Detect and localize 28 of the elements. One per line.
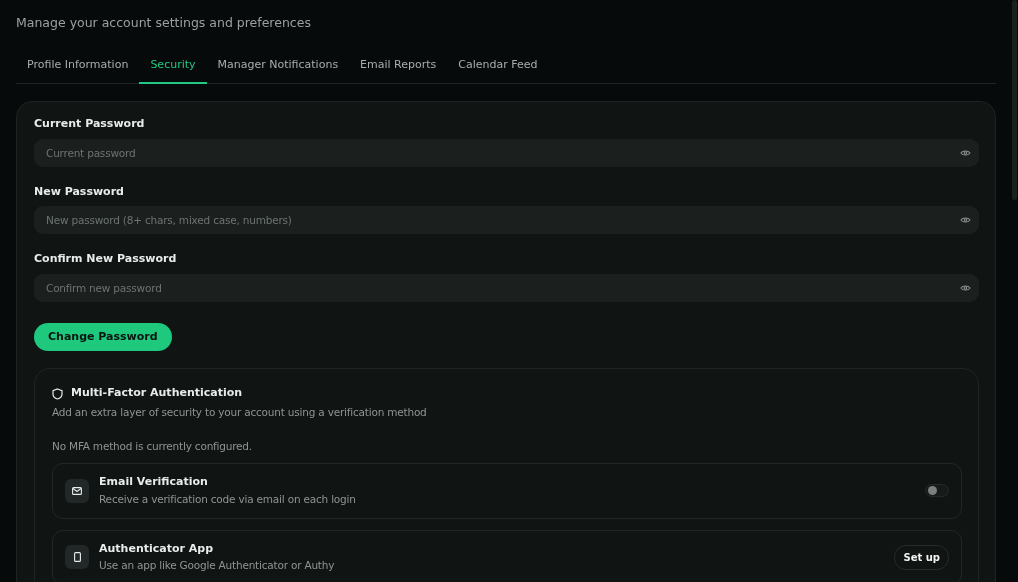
page-subtitle: Manage your account settings and preferences xyxy=(16,14,312,32)
method-title: Authenticator App xyxy=(99,540,215,557)
tab[interactable]: Security xyxy=(139,56,207,85)
password-field[interactable]: Confirm new password xyxy=(34,273,979,302)
change-password-button[interactable]: Change Password xyxy=(34,322,172,352)
field-label: New Password xyxy=(34,183,125,200)
field-label: Confirm New Password xyxy=(34,251,178,268)
tab[interactable]: Manager Notifications xyxy=(206,56,350,85)
field-label: Current Password xyxy=(34,116,146,133)
password-field[interactable]: Current password xyxy=(34,138,979,167)
setup-button[interactable]: Set up xyxy=(894,544,949,570)
eye-icon[interactable] xyxy=(960,216,971,225)
tab[interactable]: Profile Information xyxy=(16,56,140,85)
mfa-description: Add an extra layer of security to your account using a verification method xyxy=(52,404,428,420)
tab[interactable]: Calendar Feed xyxy=(447,56,549,85)
toggle-switch[interactable] xyxy=(925,484,949,498)
method-description: Use an app like Google Authenticator or Authy xyxy=(99,558,336,573)
password-field[interactable]: New password (8+ chars, mixed case, numbers) xyxy=(34,206,979,235)
mfa-status: No MFA method is currently configured. xyxy=(52,438,253,454)
phone-icon xyxy=(73,552,81,563)
mfa-title: Multi-Factor Authentication xyxy=(71,385,243,402)
eye-icon[interactable] xyxy=(960,148,971,157)
shield-icon xyxy=(52,387,63,400)
envelope-icon xyxy=(72,486,82,495)
method-description: Receive a verification code via email on each login xyxy=(99,491,357,507)
method-title: Email Verification xyxy=(99,474,209,491)
eye-icon[interactable] xyxy=(960,283,971,292)
tab[interactable]: Email Reports xyxy=(349,56,448,85)
